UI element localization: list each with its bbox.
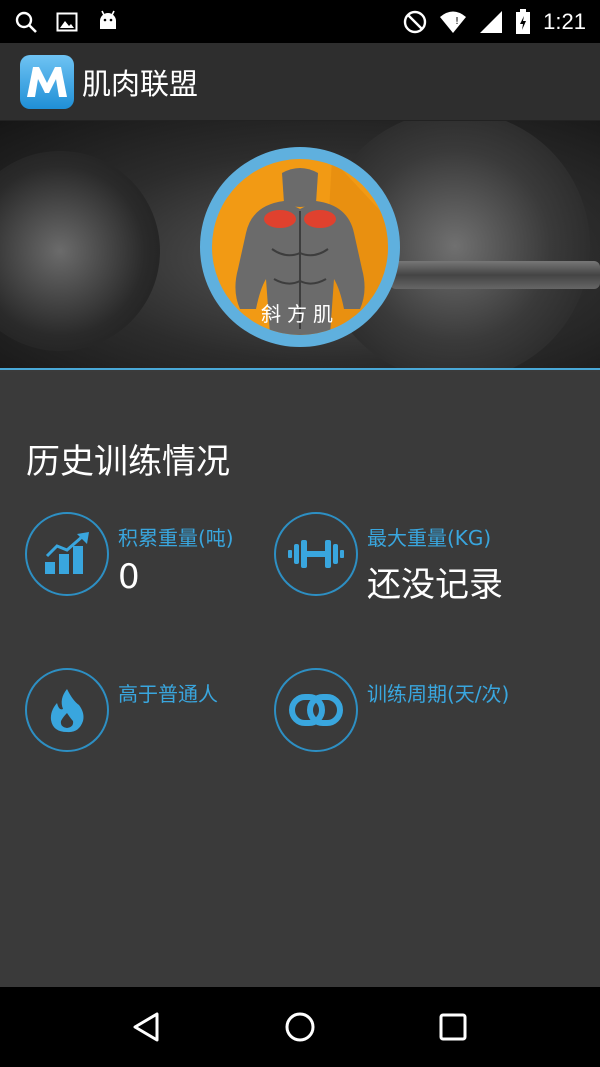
barbell-bar [390, 261, 600, 289]
muscle-badge[interactable]: 斜方肌 [200, 147, 400, 347]
status-bar: ! 1:21 [0, 0, 600, 43]
back-button[interactable] [117, 997, 177, 1057]
growth-chart-icon [45, 532, 89, 574]
stat-icon-circle [274, 668, 358, 752]
wifi-icon: ! [439, 10, 467, 34]
app-title: 肌肉联盟 [82, 66, 199, 101]
stat-icon-circle [274, 512, 358, 596]
stat-label: 积累重量(吨) [118, 526, 234, 550]
muscle-illustration: 斜方肌 [212, 159, 388, 335]
navigation-bar [0, 987, 600, 1067]
stat-value: 还没记录 [367, 565, 503, 605]
flame-icon [50, 689, 84, 733]
search-icon [14, 10, 38, 34]
stat-label: 最大重量(KG) [367, 526, 492, 550]
signal-icon [479, 10, 503, 34]
image-icon [56, 11, 78, 33]
svg-text:!: ! [455, 16, 459, 27]
history-section: 历史训练情况 积累重量(吨) 0 最大重量(KG) 还没记录 高于普通人 训练周… [0, 372, 600, 987]
dumbbell-icon [288, 540, 344, 568]
status-time: 1:21 [543, 8, 586, 34]
stat-above-average: 高于普通人 [25, 668, 218, 752]
stat-icon-circle [25, 668, 109, 752]
android-icon [96, 9, 120, 35]
recents-icon [439, 1013, 467, 1041]
do-not-disturb-icon [403, 10, 427, 34]
home-button[interactable] [270, 997, 330, 1057]
stat-max-weight: 最大重量(KG) 还没记录 [274, 512, 503, 606]
recents-button[interactable] [423, 997, 483, 1057]
stat-label: 训练周期(天/次) [367, 682, 510, 706]
stat-label: 高于普通人 [118, 682, 218, 706]
back-icon [133, 1012, 159, 1042]
hero-banner: 斜方肌 [0, 121, 600, 370]
home-icon [285, 1012, 315, 1042]
stat-icon-circle [25, 512, 109, 596]
app-logo-icon[interactable] [20, 54, 74, 109]
barbell-plate-left [0, 151, 160, 351]
muscle-name: 斜方肌 [261, 302, 339, 326]
app-bar: 肌肉联盟 [0, 43, 600, 121]
battery-icon [515, 8, 531, 35]
linked-rings-icon [289, 694, 343, 726]
stat-total-weight: 积累重量(吨) 0 [25, 512, 234, 597]
stat-value: 0 [118, 557, 140, 597]
stat-training-cycle: 训练周期(天/次) [274, 668, 509, 752]
section-title: 历史训练情况 [26, 442, 230, 482]
